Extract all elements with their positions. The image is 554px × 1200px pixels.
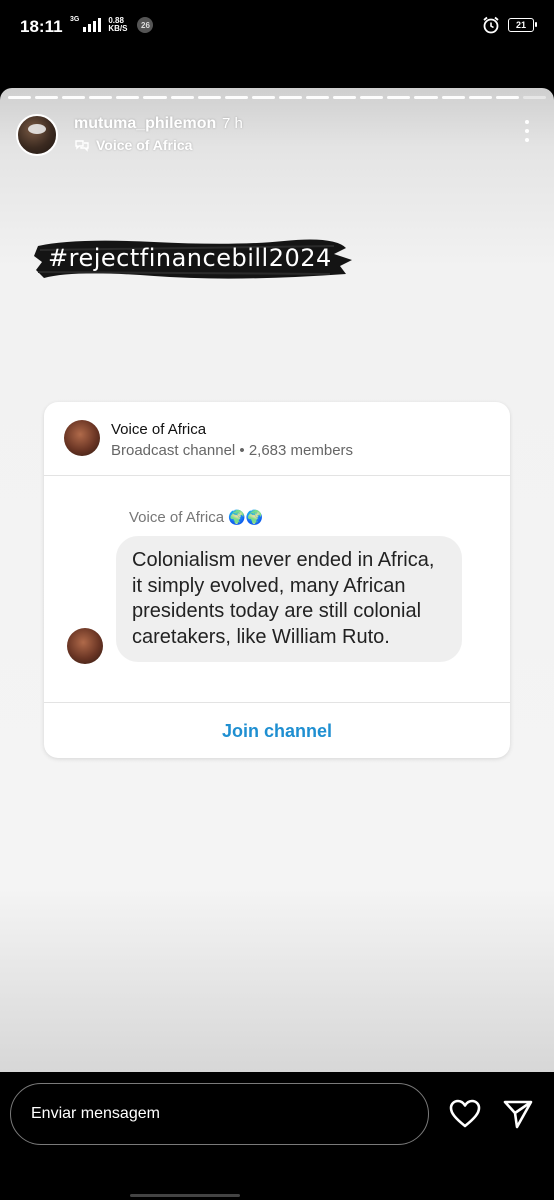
message-input[interactable]: Enviar mensagem bbox=[10, 1083, 429, 1145]
join-channel-button[interactable]: Join channel bbox=[44, 703, 510, 758]
signal-icon bbox=[83, 18, 102, 32]
sender-emoji: 🌍🌍 bbox=[228, 509, 263, 526]
channel-subtitle: Broadcast channel • 2,683 members bbox=[111, 442, 354, 459]
battery-icon: 21 bbox=[508, 18, 537, 32]
message-bubble: Colonialism never ended in Africa, it si… bbox=[116, 536, 462, 662]
story-username[interactable]: mutuma_philemon bbox=[74, 115, 216, 133]
hashtag-text: #rejectfinancebill2024 bbox=[48, 244, 332, 272]
card-footer: Join channel bbox=[44, 702, 510, 758]
message-avatar bbox=[67, 628, 103, 664]
more-icon[interactable] bbox=[524, 120, 530, 142]
card-header[interactable]: Voice of Africa Broadcast channel • 2,68… bbox=[44, 402, 510, 476]
network-indicator: 3G 0.88 KB/S 26 bbox=[70, 15, 154, 33]
story-view[interactable]: mutuma_philemon 7 h Voice of Africa #rej… bbox=[0, 88, 554, 1072]
story-source[interactable]: Voice of Africa bbox=[74, 137, 192, 153]
story-avatar[interactable] bbox=[16, 114, 58, 156]
story-time: 7 h bbox=[222, 115, 243, 132]
status-right: 21 bbox=[482, 16, 537, 34]
network-speed: 0.88 KB/S bbox=[108, 17, 127, 33]
story-progress bbox=[8, 96, 546, 99]
nav-hint bbox=[130, 1194, 240, 1197]
story-source-label: Voice of Africa bbox=[96, 137, 193, 153]
status-time: 18:11 bbox=[20, 17, 63, 36]
heart-icon[interactable] bbox=[449, 1099, 481, 1129]
send-icon[interactable] bbox=[502, 1098, 534, 1130]
channel-avatar bbox=[64, 420, 100, 456]
battery-level: 21 bbox=[515, 20, 526, 30]
alarm-icon bbox=[483, 16, 499, 34]
status-bar: 18:11 3G 0.88 KB/S 26 21 bbox=[0, 0, 554, 56]
sender-name: Voice of Africa bbox=[129, 509, 225, 526]
channel-name: Voice of Africa bbox=[111, 421, 207, 438]
notification-count: 26 bbox=[137, 17, 154, 33]
channel-icon bbox=[75, 140, 89, 152]
bottom-bar: Enviar mensagem bbox=[0, 1072, 554, 1200]
hashtag-sticker[interactable]: #rejectfinancebill2024 bbox=[34, 236, 352, 282]
channel-card[interactable]: Voice of Africa Broadcast channel • 2,68… bbox=[44, 402, 510, 758]
network-type: 3G bbox=[70, 15, 80, 23]
message-sender: Voice of Africa 🌍🌍 bbox=[129, 509, 263, 526]
speed-unit: KB/S bbox=[108, 24, 128, 33]
